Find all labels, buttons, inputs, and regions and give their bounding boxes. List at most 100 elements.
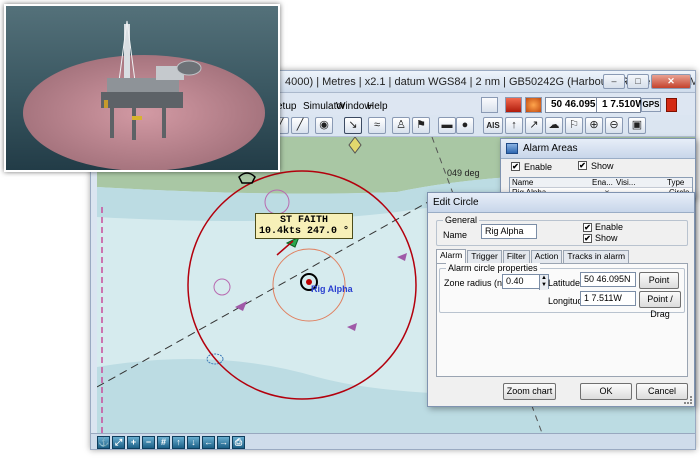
arrow-icon[interactable]: ↗	[525, 117, 543, 134]
helideck	[176, 60, 202, 76]
column-header-name[interactable]: Name	[512, 178, 533, 187]
zone-radius-value: 0.40	[506, 276, 524, 286]
alarm-circle-properties-group: Alarm circle properties Zone radius (nm)…	[439, 263, 685, 319]
point-button[interactable]: Point	[639, 272, 679, 289]
ais-button[interactable]: AIS	[483, 117, 503, 134]
zoom-in-icon[interactable]: +	[127, 436, 140, 449]
enable-checkbox[interactable]: ✔	[511, 162, 520, 171]
minimize-button[interactable]: –	[603, 74, 625, 89]
bearing-label: 049 deg	[447, 168, 480, 178]
column-header-type[interactable]: Type	[667, 178, 684, 187]
edit-circle-tabs: Alarm Trigger Filter Action Tracks in al…	[436, 249, 630, 263]
flag-icon[interactable]: ⚐	[565, 117, 583, 134]
grid-icon[interactable]: #	[157, 436, 170, 449]
fit-icon[interactable]: ⤢	[112, 436, 125, 449]
longitude-readout: 1 7.510W	[596, 97, 645, 113]
vessel-speed-course: 10.4kts 247.0 °	[259, 226, 350, 237]
window-controls: – □ ✕	[603, 74, 691, 89]
rig-lifeboat	[132, 116, 142, 120]
anchor-icon[interactable]: ⚓	[97, 436, 110, 449]
zoom-in-icon[interactable]: ⊕	[585, 117, 603, 134]
circle-enable-checkbox[interactable]: ✔	[583, 223, 592, 232]
tab-alarm[interactable]: Alarm	[436, 249, 467, 263]
rig-leg-2	[132, 108, 136, 140]
ais-target-icon[interactable]	[525, 97, 542, 113]
latitude-field[interactable]: 50 46.095N	[580, 272, 636, 287]
vessel-name: ST FAITH	[280, 215, 329, 226]
bottom-navigation-bar: ⚓ ⤢ + − # ↑ ↓ ← → ⎙	[91, 433, 695, 449]
right-icon[interactable]: →	[217, 436, 230, 449]
mob-alarm-icon[interactable]	[505, 97, 522, 113]
rig-leg-3	[162, 106, 166, 138]
rig-label: Rig Alpha	[311, 284, 353, 294]
enable-label: Enable	[524, 162, 553, 172]
dialog-app-icon	[506, 143, 518, 154]
edit-circle-titlebar[interactable]: Edit Circle	[428, 193, 694, 213]
alarm-tab-panel: Alarm circle properties Zone radius (nm)…	[436, 263, 688, 377]
tab-action[interactable]: Action	[530, 250, 563, 263]
alarm-areas-title: Alarm Areas	[523, 143, 578, 154]
gps-status-badge: GPS	[641, 98, 661, 112]
alarm-areas-titlebar[interactable]: Alarm Areas	[501, 139, 695, 159]
rig-crane	[104, 100, 108, 108]
record-icon	[666, 98, 677, 112]
maximize-button[interactable]: □	[627, 74, 649, 89]
menu-help[interactable]: Help	[367, 101, 388, 112]
resize-grip[interactable]	[684, 396, 692, 404]
derrick-mast	[124, 24, 130, 82]
show-checkbox[interactable]: ✔	[578, 161, 587, 170]
general-group: General Name Rig Alpha ✔ Enable ✔ Show	[436, 215, 688, 246]
alarm-areas-dialog: Alarm Areas ✔ Enable ✔ Show Name Ena... …	[500, 138, 696, 199]
general-group-label: General	[443, 215, 480, 225]
mark-icon[interactable]: ⚑	[412, 117, 430, 134]
print-icon[interactable]: ⎙	[232, 436, 245, 449]
alarm-circle-properties-label: Alarm circle properties	[446, 263, 540, 273]
left-icon[interactable]: ←	[202, 436, 215, 449]
latitude-label: Latitude	[548, 278, 581, 288]
circle-enable-label: Enable	[595, 222, 624, 232]
oil-rig-photo	[4, 4, 280, 172]
close-button[interactable]: ✕	[651, 74, 691, 89]
column-header-visible[interactable]: Visi...	[616, 178, 635, 187]
cloud-icon[interactable]: ☁	[545, 117, 563, 134]
cancel-button[interactable]: Cancel	[636, 383, 688, 400]
tab-filter[interactable]: Filter	[502, 250, 530, 263]
measure-icon[interactable]: ╱	[291, 117, 309, 134]
up-icon[interactable]: ↑	[172, 436, 185, 449]
rig-leg-1	[110, 106, 114, 138]
circle-show-checkbox[interactable]: ✔	[583, 234, 592, 243]
track-icon[interactable]: ↘	[344, 117, 362, 134]
alarm-list-header: Name Ena... Visi... Type	[510, 178, 692, 188]
name-label: Name	[443, 230, 468, 240]
man-icon[interactable]: ♙	[392, 117, 410, 134]
chart-icon[interactable]: ≈	[368, 117, 386, 134]
screen-icon[interactable]: ▣	[628, 117, 646, 134]
alarm-zone-disc	[23, 55, 265, 170]
longitude-field[interactable]: 1 7.511W	[580, 291, 636, 306]
tab-trigger[interactable]: Trigger	[467, 250, 502, 263]
spin-arrows-icon[interactable]: ▲ ▼	[539, 275, 548, 290]
zone-radius-stepper[interactable]: 0.40 ▲ ▼	[502, 274, 549, 290]
circle-show-label: Show	[595, 233, 618, 243]
edit-circle-title: Edit Circle	[433, 197, 479, 208]
zoom-out-icon[interactable]: −	[142, 436, 155, 449]
zoom-chart-button[interactable]: Zoom chart	[503, 383, 556, 400]
edit-circle-dialog: Edit Circle General Name Rig Alpha ✔ Ena…	[427, 192, 695, 407]
show-label: Show	[591, 161, 614, 171]
name-field[interactable]: Rig Alpha	[481, 224, 537, 239]
hand-icon[interactable]	[481, 97, 498, 113]
rig-deck-lower	[101, 92, 183, 108]
up-icon[interactable]: ↑	[505, 117, 523, 134]
vessel-label[interactable]: ST FAITH 10.4kts 247.0 °	[255, 213, 354, 239]
column-header-enabled[interactable]: Ena...	[592, 178, 613, 187]
circle-icon[interactable]: ●	[456, 117, 474, 134]
down-icon[interactable]: ↓	[187, 436, 200, 449]
oil-rig-illustration	[23, 20, 265, 170]
zoom-out-icon[interactable]: ⊖	[605, 117, 623, 134]
line-icon[interactable]: ▬	[438, 117, 456, 134]
rig-deck-upper	[107, 78, 179, 92]
point-drag-button[interactable]: Point / Drag	[639, 291, 681, 319]
ok-button[interactable]: OK	[580, 383, 632, 400]
view-icon[interactable]: ◉	[315, 117, 333, 134]
tab-tracks-in-alarm[interactable]: Tracks in alarm	[563, 250, 630, 263]
